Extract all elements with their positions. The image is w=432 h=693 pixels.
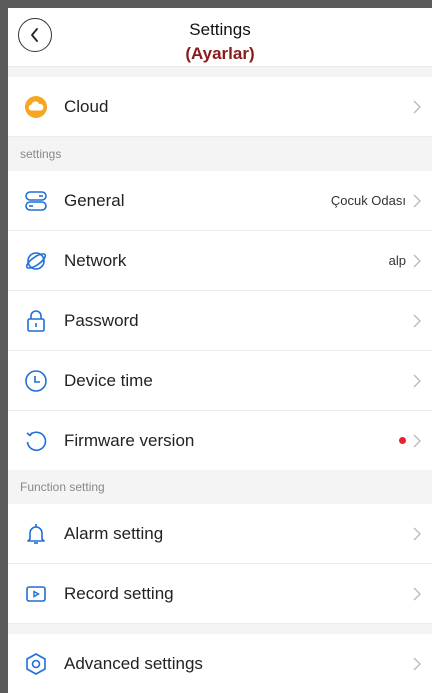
update-badge [399, 437, 406, 444]
chevron-right-icon [413, 254, 421, 267]
page-title: Settings [189, 20, 251, 39]
password-row[interactable]: Password [8, 291, 432, 351]
clock-icon [24, 369, 48, 393]
lock-icon [24, 309, 48, 333]
chevron-right-icon [413, 194, 421, 207]
planet-icon [24, 249, 48, 273]
password-label: Password [64, 310, 139, 330]
divider [8, 66, 432, 77]
chevron-right-icon [413, 587, 421, 600]
network-label: Network [64, 250, 127, 270]
chevron-right-icon [413, 657, 421, 670]
header: Settings (Ayarlar) [8, 8, 432, 66]
device-time-row[interactable]: Device time [8, 351, 432, 411]
network-value: alp [388, 253, 406, 268]
alarm-label: Alarm setting [64, 523, 164, 543]
general-label: General [64, 190, 125, 210]
general-row[interactable]: General Çocuk Odası [8, 171, 432, 231]
advanced-label: Advanced settings [64, 653, 203, 673]
network-row[interactable]: Network alp [8, 231, 432, 291]
cloud-label: Cloud [64, 96, 109, 116]
cloud-icon [24, 95, 48, 119]
section-label-function: Function setting [8, 470, 432, 504]
play-box-icon [24, 582, 48, 606]
chevron-right-icon [413, 374, 421, 387]
divider [8, 623, 432, 634]
device-time-label: Device time [64, 370, 153, 390]
chevron-right-icon [413, 434, 421, 447]
chevron-right-icon [413, 527, 421, 540]
chevron-right-icon [413, 314, 421, 327]
page-subtitle: (Ayarlar) [185, 44, 255, 63]
refresh-icon [24, 429, 48, 453]
settings-screen: Settings (Ayarlar) Cloud settings Genera… [8, 8, 432, 693]
section-label-settings: settings [8, 137, 432, 171]
hexagon-gear-icon [24, 652, 48, 676]
firmware-row[interactable]: Firmware version [8, 411, 432, 470]
cloud-row[interactable]: Cloud [8, 77, 432, 137]
alarm-row[interactable]: Alarm setting [8, 504, 432, 564]
general-value: Çocuk Odası [330, 193, 406, 208]
bell-icon [24, 522, 48, 546]
toggle-panel-icon [24, 189, 48, 213]
chevron-right-icon [413, 100, 421, 113]
record-label: Record setting [64, 583, 174, 603]
firmware-label: Firmware version [64, 430, 195, 450]
record-row[interactable]: Record setting [8, 564, 432, 623]
advanced-row[interactable]: Advanced settings [8, 634, 432, 693]
